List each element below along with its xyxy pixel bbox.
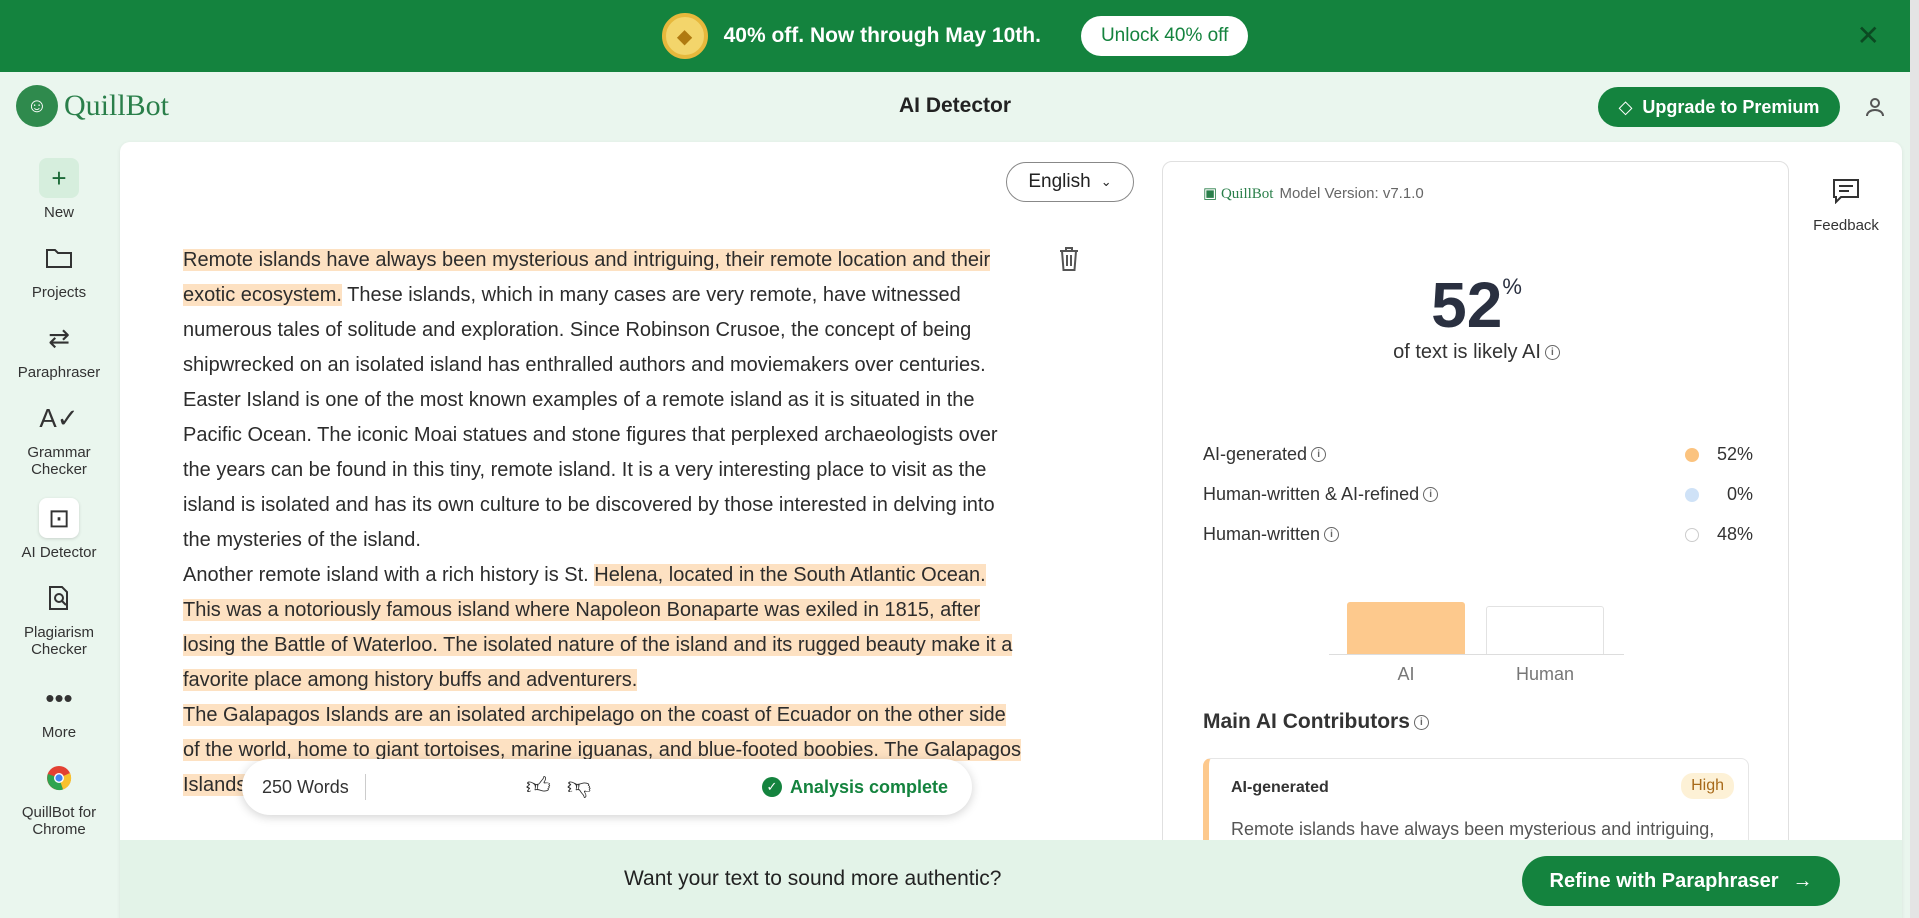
feedback-icon [1806,178,1886,211]
breakdown-human-written: Human-written i 48% [1203,524,1753,545]
diamond-icon: ◇ [1618,96,1633,117]
sidebar-item-label: Projects [31,284,87,301]
status-label: Analysis complete [789,776,948,797]
contributor-card[interactable]: AI-generated High Remote islands have al… [1203,758,1749,850]
plus-icon: + [39,158,79,198]
thumbs-down-icon[interactable]: 👎︎ [567,773,591,801]
bottom-cta-bar: Want your text to sound more authentic? … [120,840,1902,918]
breakdown-value: 48% [1717,524,1754,544]
sidebar-item-label: More [41,724,77,741]
more-icon: ••• [45,682,73,713]
text-segment: Another remote island with a rich histor… [183,564,595,586]
score-caption-text: of text is likely AI [1393,341,1541,363]
feedback-button[interactable]: Feedback [1806,178,1886,234]
score-caption: of text is likely AI i [1163,341,1788,364]
ai-detector-icon: ⊡ [39,498,79,538]
sidebar-item-chrome[interactable]: QuillBot for Chrome [0,758,118,838]
legend-dot [1685,487,1699,502]
sidebar-item-label: Paraphraser [17,364,101,381]
language-select[interactable]: English ⌄ [1006,162,1134,202]
sidebar-item-projects[interactable]: Projects [0,238,118,301]
legend-dot [1685,447,1699,462]
refine-label: Refine with Paraphraser [1549,869,1779,892]
sidebar-item-new[interactable]: + New [0,158,118,221]
check-icon: ✓ [761,777,782,797]
promo-text: 40% off. Now through May 10th. [723,24,1041,47]
sidebar-item-grammar-checker[interactable]: A✓ Grammar Checker [0,398,118,479]
trash-icon[interactable] [1058,246,1080,279]
info-icon[interactable]: i [1423,487,1439,502]
model-info: ▣ QuillBot Model Version: v7.1.0 [1203,184,1424,203]
ai-score-unit: % [1502,274,1522,299]
info-icon[interactable]: i [1324,527,1340,542]
upgrade-label: Upgrade to Premium [1642,96,1820,117]
analysis-status: ✓ Analysis complete [761,776,948,798]
ai-bar-label: AI [1397,664,1415,684]
mini-logo-text: QuillBot [1220,186,1274,202]
breakdown-label: Human-written & AI-refined [1203,484,1420,504]
text-paragraph: Easter Island is one of the most known e… [183,383,1023,558]
ai-bar [1347,602,1465,654]
text-paragraph: Remote islands have always been mysterio… [183,243,1023,383]
editor-toolbar: 250 Words 👍︎ 👎︎ ✓ Analysis complete [242,759,972,815]
breakdown-label: Human-written [1203,524,1321,544]
language-value: English [1028,171,1091,192]
text-segment: Easter Island is one of the most known e… [183,389,998,551]
plagiarism-icon [39,578,79,618]
folder-icon [39,238,79,278]
sidebar-item-label: Plagiarism Checker [23,624,95,658]
paraphraser-icon: ⇄ [48,322,70,353]
ai-score-value: 52 [1431,269,1503,341]
sidebar-item-plagiarism-checker[interactable]: Plagiarism Checker [0,578,118,658]
user-icon[interactable] [1858,90,1892,124]
sidebar-item-more[interactable]: ••• More [0,678,118,742]
contributors-title-text: Main AI Contributors [1203,710,1410,733]
mini-logo: ▣ QuillBot [1203,186,1274,202]
input-text-area[interactable]: Remote islands have always been mysterio… [183,243,1023,839]
window-scrollbar[interactable] [1910,0,1919,918]
chart-baseline [1329,654,1624,655]
sidebar-item-paraphraser[interactable]: ⇄ Paraphraser [0,318,118,382]
upgrade-premium-button[interactable]: ◇ Upgrade to Premium [1598,87,1840,127]
contributor-level-badge: High [1681,773,1734,799]
chrome-icon [39,758,79,798]
legend-dot [1685,527,1699,542]
feedback-label: Feedback [1813,217,1879,234]
ai-score: 52% [1163,268,1788,342]
breakdown-value: 52% [1717,444,1754,464]
info-icon[interactable]: i [1311,447,1327,462]
arrow-right-icon: → [1792,869,1813,892]
breakdown-label: AI-generated [1203,444,1308,464]
contributors-title: Main AI Contributors i [1203,710,1429,734]
contributor-snippet: Remote islands have always been mysterio… [1231,819,1715,839]
promo-banner: ◆ 40% off. Now through May 10th. Unlock … [0,0,1910,72]
text-paragraph: Another remote island with a rich histor… [183,558,1023,698]
divider [364,774,366,800]
word-count: 250 Words [262,776,349,797]
breakdown-ai-refined: Human-written & AI-refined i 0% [1203,484,1753,505]
grammar-icon: A✓ [39,402,79,433]
diamond-badge-icon: ◆ [661,13,708,59]
info-icon[interactable]: i [1413,714,1429,730]
breakdown-ai-generated: AI-generated i 52% [1203,444,1753,465]
human-bar-label: Human [1515,664,1575,684]
sidebar-item-label: AI Detector [21,544,97,561]
refine-paraphraser-button[interactable]: Refine with Paraphraser → [1522,856,1840,906]
info-icon[interactable]: i [1544,345,1560,361]
contributor-label: AI-generated [1231,779,1329,796]
unlock-discount-button[interactable]: Unlock 40% off [1080,16,1249,56]
sidebar-item-ai-detector[interactable]: ⊡ AI Detector [0,498,118,561]
close-icon[interactable]: ✕ [1857,22,1880,50]
cta-question: Want your text to sound more authentic? [624,867,1002,890]
results-panel[interactable]: ▣ QuillBot Model Version: v7.1.0 52% of … [1162,161,1789,851]
chevron-down-icon: ⌄ [1100,174,1112,189]
sidebar-item-label: Grammar Checker [27,444,91,478]
human-bar [1486,606,1604,654]
sidebar-item-label: New [43,204,74,221]
sidebar-item-label: QuillBot for Chrome [21,804,97,838]
model-version: Model Version: v7.1.0 [1279,185,1424,202]
thumbs-up-icon[interactable]: 👍︎ [526,773,551,801]
breakdown-value: 0% [1726,484,1753,504]
